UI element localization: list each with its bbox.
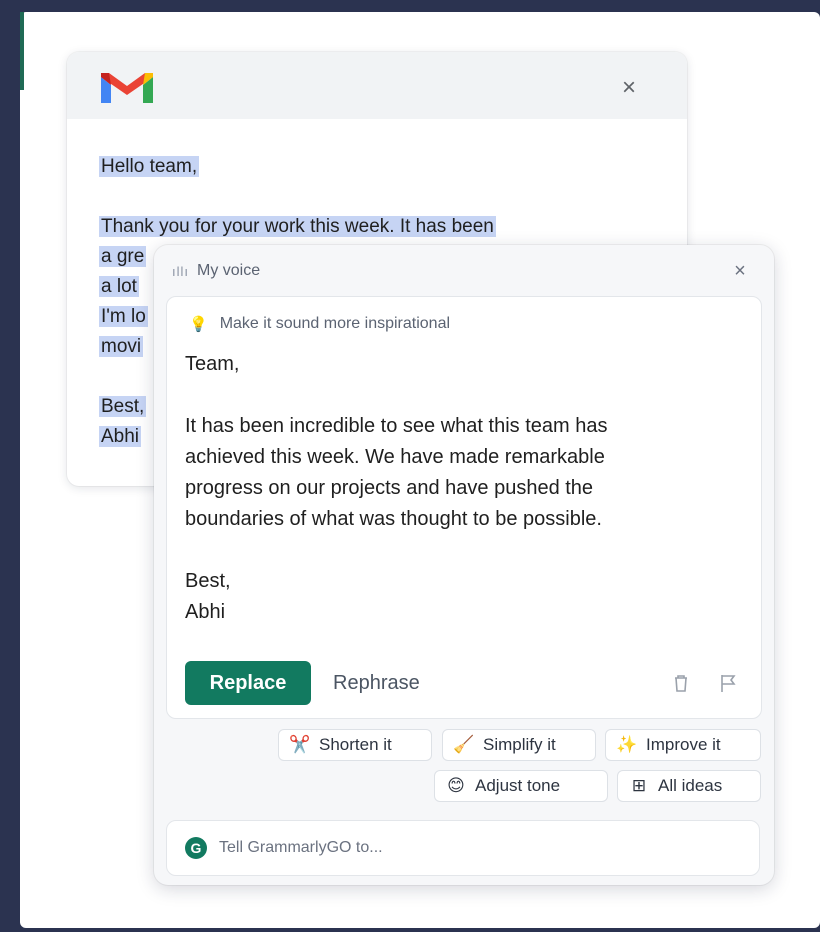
email-line: Thank you for your work this week. It ha… (99, 216, 496, 237)
suggestion-card: 💡 Make it sound more inspirational Team,… (166, 296, 762, 719)
magic-wand-icon: ✨ (616, 735, 638, 754)
improve-it-chip[interactable]: ✨ Improve it (605, 729, 761, 761)
suggestion-line: Abhi (185, 601, 226, 623)
lightbulb-icon: 💡 (189, 316, 208, 333)
all-ideas-chip[interactable]: ⊞ All ideas (617, 770, 761, 802)
grammarly-prompt-box: G (166, 820, 760, 876)
shorten-it-chip[interactable]: ✂️ Shorten it (278, 729, 432, 761)
email-line: Hello team, (99, 156, 200, 177)
simplify-it-chip[interactable]: 🧹 Simplify it (442, 729, 596, 761)
suggestion-line: boundaries of what was thought to be pos… (185, 508, 602, 530)
grammarly-prompt-input[interactable] (217, 838, 721, 858)
voice-selector[interactable]: ıllı My voice (172, 259, 260, 283)
email-line: a lot (99, 276, 139, 297)
gmail-logo-icon (101, 73, 153, 103)
grammarly-logo-icon: G (185, 837, 207, 859)
suggestion-line: Best, (185, 570, 231, 592)
chip-label: Shorten it (319, 735, 392, 754)
tone-icon: 😊 (447, 776, 465, 795)
chip-label: Improve it (646, 735, 721, 754)
grammarly-go-panel: ıllı My voice × 💡 Make it sound more ins… (154, 245, 774, 885)
email-line: Abhi (99, 426, 142, 447)
adjust-tone-chip[interactable]: 😊 Adjust tone (434, 770, 608, 802)
suggestion-text: Team, It has been incredible to see what… (185, 349, 755, 628)
voice-label: My voice (197, 262, 261, 279)
replace-button[interactable]: Replace (185, 661, 311, 705)
trash-icon[interactable] (670, 671, 692, 695)
prompt-text: Make it sound more inspirational (219, 315, 451, 332)
close-icon[interactable]: × (615, 74, 643, 102)
suggestion-line: It has been incredible to see what this … (185, 415, 608, 437)
background-edge (20, 12, 24, 90)
chip-label: All ideas (658, 776, 723, 795)
chip-label: Simplify it (483, 735, 556, 754)
prompt-row: 💡 Make it sound more inspirational (189, 315, 450, 333)
suggestion-line: achieved this week. We have made remarka… (185, 446, 605, 468)
broom-icon: 🧹 (453, 735, 475, 754)
scissors-icon: ✂️ (289, 735, 311, 754)
email-line: movi (99, 336, 144, 357)
email-line: a gre (99, 246, 147, 267)
email-line: Best, (99, 396, 147, 417)
suggestion-line: progress on our projects and have pushed… (185, 477, 594, 499)
grid-icon: ⊞ (631, 776, 647, 795)
email-line: I'm lo (99, 306, 148, 327)
voice-wave-icon: ıllı (172, 263, 189, 279)
rephrase-button[interactable]: Rephrase (333, 661, 420, 705)
close-icon[interactable]: × (728, 259, 752, 283)
flag-icon[interactable] (717, 671, 739, 695)
gmail-header: × (67, 52, 687, 119)
chip-label: Adjust tone (475, 776, 561, 795)
suggestion-line: Team, (185, 353, 240, 375)
